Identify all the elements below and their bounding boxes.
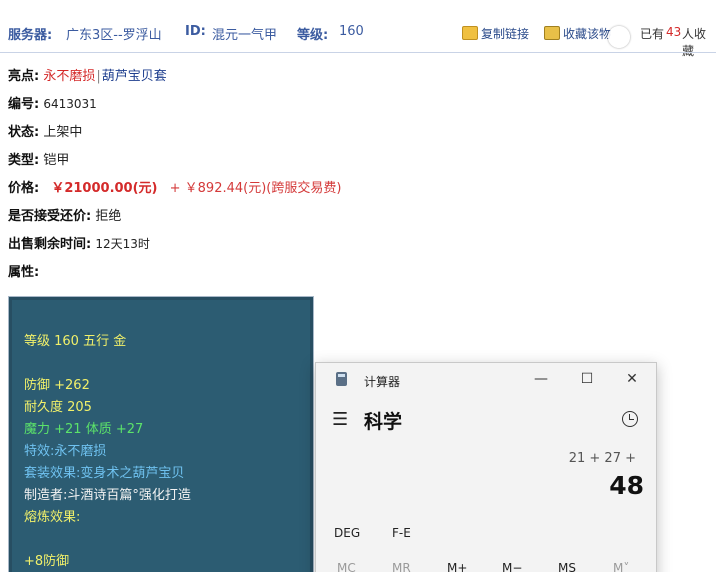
highlight-row: 亮点: 永不磨损|葫芦宝贝套 bbox=[8, 65, 167, 84]
type-value: 铠甲 bbox=[43, 153, 70, 168]
number-value: 6413031 bbox=[43, 97, 97, 111]
copy-link-icon bbox=[462, 26, 478, 40]
attributes-row: 属性: bbox=[8, 261, 39, 280]
favorite-link[interactable]: 收藏该物 bbox=[563, 25, 611, 42]
remaining-row: 出售剩余时间: 12天13时 bbox=[8, 233, 150, 252]
header-divider bbox=[0, 52, 716, 53]
favorite-icon bbox=[544, 26, 560, 40]
m-plus-button[interactable]: M+ bbox=[447, 561, 467, 572]
bargain-value: 拒绝 bbox=[95, 209, 122, 224]
calculator-title: 计算器 bbox=[364, 375, 401, 389]
calculator-window: 计算器 — ☐ ✕ ☰ 科学 21 + 27 + 48 DEG F-E MC M… bbox=[315, 362, 657, 572]
id-label: ID: bbox=[185, 24, 206, 39]
attributes-label: 属性: bbox=[8, 265, 40, 280]
highlight-set: 葫芦宝贝套 bbox=[101, 69, 167, 84]
ms-button[interactable]: MS bbox=[558, 561, 576, 572]
level-label: 等级: bbox=[297, 28, 329, 43]
favorite-count-prefix: 已有 bbox=[640, 27, 665, 41]
server-value: 广东3区--罗浮山 bbox=[66, 28, 162, 43]
bargain-label: 是否接受还价: bbox=[8, 209, 92, 224]
attr-maker: 制造者:斗酒诗百篇°强化打造 bbox=[24, 488, 191, 503]
attr-defense: 防御 +262 bbox=[24, 378, 90, 393]
calculator-app-icon bbox=[336, 372, 347, 386]
hamburger-menu-icon[interactable]: ☰ bbox=[332, 409, 348, 430]
price-row: 价格: ￥21000.00(元) + ￥892.44(元)(跨服交易费) bbox=[8, 177, 341, 196]
calculator-mode: 科学 bbox=[364, 411, 403, 433]
attr-level: 等级 160 五行 金 bbox=[24, 334, 127, 349]
price-value: ￥21000.00(元) bbox=[51, 181, 158, 196]
mr-button[interactable]: MR bbox=[392, 561, 411, 572]
favorite-count: 43 bbox=[666, 25, 682, 39]
fe-button[interactable]: F-E bbox=[392, 526, 411, 540]
highlight-label: 亮点: bbox=[8, 69, 40, 84]
price-label: 价格: bbox=[8, 181, 40, 196]
m-dropdown-button[interactable]: M˅ bbox=[613, 561, 629, 572]
header-bar: 服务器: 广东3区--罗浮山 ID: 混元一气甲 等级: 160 复制链接 收藏… bbox=[0, 0, 716, 58]
copy-link[interactable]: 复制链接 bbox=[481, 25, 529, 42]
calculator-expression: 21 + 27 + bbox=[568, 451, 636, 466]
remaining-label: 出售剩余时间: bbox=[8, 237, 92, 252]
mc-button[interactable]: MC bbox=[337, 561, 356, 572]
deg-button[interactable]: DEG bbox=[334, 526, 360, 540]
attribute-panel: 等级 160 五行 金 防御 +262 耐久度 205 魔力 +21 体质 +2… bbox=[8, 296, 314, 572]
close-icon[interactable]: ✕ bbox=[618, 369, 646, 389]
level-value: 160 bbox=[339, 24, 364, 39]
attr-refine: 熔炼效果: bbox=[24, 510, 81, 525]
attr-durability: 耐久度 205 bbox=[24, 400, 92, 415]
status-value: 上架中 bbox=[43, 125, 83, 140]
server-label: 服务器: bbox=[8, 28, 53, 43]
cross-server-fee: + ￥892.44(元)(跨服交易费) bbox=[169, 181, 342, 196]
maximize-icon[interactable]: ☐ bbox=[573, 369, 601, 389]
status-label: 状态: bbox=[8, 125, 40, 140]
calculator-result: 48 bbox=[609, 471, 644, 500]
remaining-value: 12天13时 bbox=[95, 237, 150, 251]
attr-stats: 魔力 +21 体质 +27 bbox=[24, 422, 144, 437]
m-minus-button[interactable]: M− bbox=[502, 561, 522, 572]
id-value: 混元一气甲 bbox=[212, 28, 278, 43]
watermark-logo-icon bbox=[608, 26, 630, 48]
favorite-suffix: 人收藏 bbox=[682, 27, 707, 58]
attr-set-effect: 套装效果:变身术之葫芦宝贝 bbox=[24, 466, 185, 481]
number-row: 编号: 6413031 bbox=[8, 93, 97, 112]
minimize-icon[interactable]: — bbox=[527, 369, 555, 389]
bargain-row: 是否接受还价: 拒绝 bbox=[8, 205, 121, 224]
number-label: 编号: bbox=[8, 97, 40, 112]
history-icon[interactable] bbox=[622, 411, 638, 427]
calculator-titlebar[interactable]: 计算器 — ☐ ✕ bbox=[316, 363, 656, 397]
attr-special: 特效:永不磨损 bbox=[24, 444, 107, 459]
status-row: 状态: 上架中 bbox=[8, 121, 82, 140]
highlight-durable: 永不磨损 bbox=[43, 69, 96, 84]
type-label: 类型: bbox=[8, 153, 40, 168]
attr-refine-value: +8防御 bbox=[24, 554, 70, 569]
trade-detail-page: 服务器: 广东3区--罗浮山 ID: 混元一气甲 等级: 160 复制链接 收藏… bbox=[0, 0, 716, 572]
type-row: 类型: 铠甲 bbox=[8, 149, 69, 168]
